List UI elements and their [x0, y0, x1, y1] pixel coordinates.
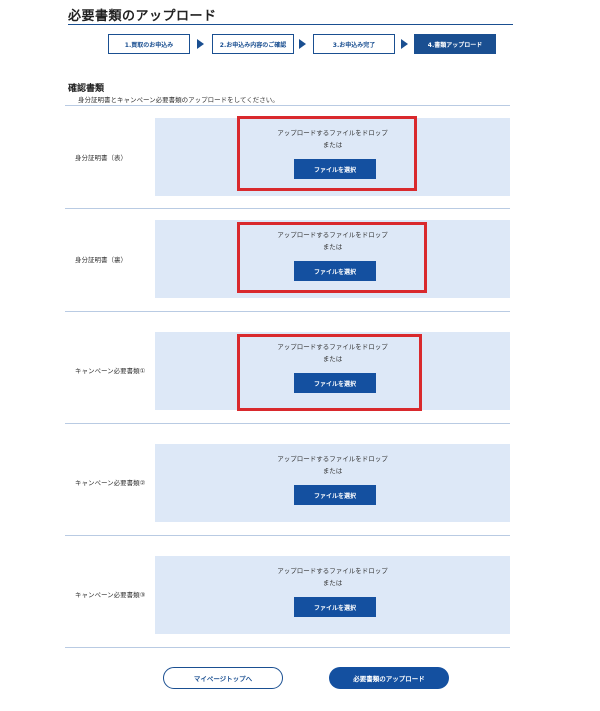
section-heading: 確認書類 — [68, 84, 105, 94]
section-description: 身分証明書とキャンペーン必要書類のアップロードをしてください。 — [78, 96, 279, 104]
document-label: 身分証明書（裏） — [75, 256, 127, 264]
drop-instruction: アップロードするファイルをドロップ — [277, 567, 388, 575]
document-label: キャンペーン必要書類① — [75, 367, 146, 375]
page-title: 必要書類のアップロード — [68, 9, 217, 24]
file-dropzone[interactable]: アップロードするファイルをドロップ または ファイルを選択 — [155, 556, 510, 634]
drop-instruction: アップロードするファイルをドロップ — [277, 455, 388, 463]
title-divider — [68, 24, 513, 25]
step-4-current: 4.書類アップロード — [414, 34, 496, 54]
upload-documents-button[interactable]: 必要書類のアップロード — [329, 667, 449, 689]
step-arrow-icon — [197, 39, 204, 49]
select-file-button[interactable]: ファイルを選択 — [294, 597, 376, 617]
mypage-top-button[interactable]: マイページトップへ — [163, 667, 283, 689]
step-2: 2.お申込み内容のご確認 — [212, 34, 294, 54]
document-label: キャンペーン必要書類③ — [75, 591, 146, 599]
step-arrow-icon — [299, 39, 306, 49]
row-divider — [65, 647, 510, 648]
step-arrow-icon — [401, 39, 408, 49]
select-file-button[interactable]: ファイルを選択 — [294, 485, 376, 505]
highlight-box — [237, 222, 427, 293]
document-label: キャンペーン必要書類② — [75, 479, 146, 487]
step-3: 3.お申込み完了 — [313, 34, 395, 54]
document-row-campaign-2: キャンペーン必要書類② アップロードするファイルをドロップ または ファイルを選… — [65, 424, 510, 536]
highlight-box — [237, 116, 417, 191]
drop-or-text: または — [322, 467, 343, 475]
file-dropzone[interactable]: アップロードするファイルをドロップ または ファイルを選択 — [155, 444, 510, 522]
drop-or-text: または — [322, 579, 343, 587]
step-indicator: 1.買取のお申込み 2.お申込み内容のご確認 3.お申込み完了 4.書類アップロ… — [108, 34, 498, 54]
highlight-box — [237, 334, 422, 411]
step-1: 1.買取のお申込み — [108, 34, 190, 54]
document-row-campaign-3: キャンペーン必要書類③ アップロードするファイルをドロップ または ファイルを選… — [65, 536, 510, 648]
document-label: 身分証明書（表） — [75, 154, 127, 162]
